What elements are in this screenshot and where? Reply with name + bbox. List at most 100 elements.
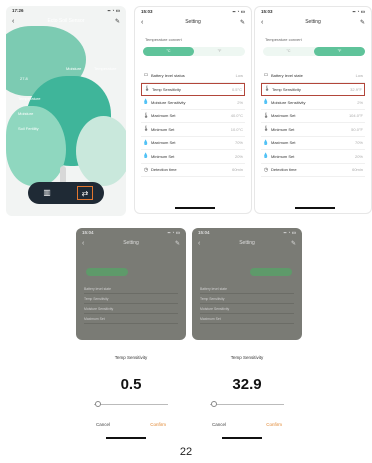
droplet-icon: 💧	[142, 99, 150, 106]
setting-moisture-min[interactable]: 💧 Minimum Set 20%	[261, 150, 365, 164]
unit-toggle[interactable]	[250, 268, 292, 276]
list-item[interactable]: Battery level state	[84, 284, 178, 294]
setting-battery[interactable]: ▭ Battery level state Low	[261, 69, 365, 83]
column-header-temperature: Temperature	[94, 66, 117, 71]
setting-temp-min[interactable]: 🌡 Minimum Set 10.0°C	[141, 123, 245, 137]
sensitivity-slider[interactable]	[210, 401, 284, 407]
home-indicator	[175, 207, 215, 209]
setting-temp-max[interactable]: 🌡 Maximum Set 104.0°F	[261, 110, 365, 123]
droplet-icon: 💧	[142, 153, 150, 160]
setting-temp-min[interactable]: 🌡 Minimum Set 50.0°F	[261, 123, 365, 137]
status-time: 15:04	[198, 230, 210, 235]
unit-option-celsius[interactable]: °C	[263, 47, 314, 56]
status-bar: 15:04 ▪▪ ◔ ▭	[198, 230, 296, 236]
setting-temp-sensitivity[interactable]: 🌡 Temp Sensitivity 32.9°F	[261, 82, 365, 96]
back-icon[interactable]: ‹	[141, 19, 143, 27]
header: ‹ Setting ✎	[135, 19, 251, 31]
thermometer-icon: 🌡	[262, 126, 270, 133]
home-indicator	[106, 437, 146, 439]
settings-toggle-icon[interactable]: ⇄	[77, 186, 93, 200]
signal-icon: ▪▪ ◔ ▭	[232, 9, 245, 14]
battery-icon: ▭	[263, 72, 269, 79]
list-item[interactable]: Battery level state	[200, 284, 294, 294]
status-bar: 15:03 ▪▪ ◔ ▭	[261, 9, 365, 15]
unit-toggle[interactable]: °C °F	[143, 47, 245, 56]
home-screen: 17:26 ▪▪ ◔ ▭ ‹ Ecto Soil Sensor ✎ Moistu…	[6, 6, 126, 216]
settings-screen-celsius: 15:03 ▪▪ ◔ ▭ ‹ Setting ✎ Temperature con…	[134, 6, 252, 214]
signal-icon: ▪▪ ◔ ▭	[107, 8, 120, 13]
edit-icon[interactable]: ✎	[240, 19, 245, 26]
unit-option-celsius[interactable]: °C	[143, 47, 194, 56]
list-item[interactable]: Temp Sensitivity	[200, 294, 294, 304]
setting-moisture-max[interactable]: 💧 Maximum Set 70%	[141, 137, 245, 150]
droplet-icon: 💧	[262, 139, 270, 146]
bottom-nav: ▥ ⇄	[28, 182, 104, 204]
sensitivity-slider[interactable]	[94, 401, 168, 407]
edit-icon[interactable]: ✎	[291, 240, 296, 247]
unit-toggle[interactable]: °C °F	[263, 47, 365, 56]
edit-icon[interactable]: ✎	[175, 240, 180, 247]
picker-value: 0.5	[120, 376, 142, 393]
list-item[interactable]: Moisture Sensitivity	[200, 304, 294, 314]
picker-title: Temp Sensitivity	[114, 355, 148, 360]
setting-moisture-sensitivity[interactable]: 💧 Moisture Sensitivity 2%	[261, 96, 365, 110]
confirm-button[interactable]: Confirm	[266, 422, 282, 427]
list-item[interactable]: Maximum Set	[84, 314, 178, 324]
row-temperature: Temperature	[18, 96, 41, 101]
thermometer-icon: 🌡	[263, 86, 271, 93]
slider-thumb[interactable]	[210, 401, 217, 407]
home-indicator	[295, 207, 335, 209]
back-icon[interactable]: ‹	[198, 240, 200, 248]
header: ‹ Setting ✎	[192, 240, 302, 252]
page-title: Setting	[185, 19, 201, 25]
decor-blob	[76, 116, 126, 186]
settings-list: ▭ Battery level status Low 🌡 Temp Sensitivi…	[141, 69, 245, 177]
slider-thumb[interactable]	[94, 401, 101, 407]
setting-moisture-sensitivity[interactable]: 💧 Moisture Sensitivity 2%	[141, 96, 245, 110]
unit-option-fahrenheit[interactable]: °F	[314, 47, 365, 56]
back-icon[interactable]: ‹	[261, 19, 263, 27]
battery-icon: ▭	[143, 72, 149, 79]
list-item[interactable]: Maximum Set	[200, 314, 294, 324]
settings-list: ▭ Battery level state Low 🌡 Temp Sensitivit…	[261, 69, 365, 177]
signal-icon: ▪▪ ◔ ▭	[283, 230, 296, 235]
cancel-button[interactable]: Cancel	[96, 422, 110, 427]
settings-screen-dimmed: 15:04 ▪▪ ◔ ▭ ‹ Setting ✎ Battery level s…	[76, 228, 186, 340]
edit-icon[interactable]: ✎	[360, 19, 365, 26]
reading-value: 27.8	[20, 76, 28, 81]
settings-screen-dimmed: 15:04 ▪▪ ◔ ▭ ‹ Setting ✎ Battery level s…	[192, 228, 302, 340]
setting-temp-max[interactable]: 🌡 Maximum Set 40.0°C	[141, 110, 245, 123]
cancel-button[interactable]: Cancel	[212, 422, 226, 427]
confirm-button[interactable]: Confirm	[150, 422, 166, 427]
header: ‹ Setting ✎	[255, 19, 371, 31]
settings-list: Battery level state Temp Sensitivity Moi…	[200, 284, 294, 324]
setting-detection-time[interactable]: ◷ Detection time 60min	[141, 164, 245, 177]
status-time: 15:04	[82, 230, 94, 235]
setting-battery[interactable]: ▭ Battery level status Low	[141, 69, 245, 83]
unit-toggle[interactable]	[86, 268, 128, 276]
page-title: Setting	[123, 240, 139, 246]
droplet-icon: 💧	[262, 99, 270, 106]
back-icon[interactable]: ‹	[12, 18, 14, 26]
unit-option-fahrenheit[interactable]: °F	[194, 47, 245, 56]
status-bar: 15:04 ▪▪ ◔ ▭	[82, 230, 180, 236]
setting-temp-sensitivity[interactable]: 🌡 Temp Sensitivity 0.5°C	[141, 82, 245, 96]
status-time: 15:03	[261, 9, 273, 14]
back-icon[interactable]: ‹	[82, 240, 84, 248]
clock-icon: ◷	[143, 166, 149, 173]
signal-icon: ▪▪ ◔ ▭	[167, 230, 180, 235]
settings-list: Battery level state Temp Sensitivity Moi…	[84, 284, 178, 324]
row-fertility: Soil Fertility	[18, 126, 39, 131]
thermometer-icon: 🌡	[262, 112, 270, 119]
list-item[interactable]: Temp Sensitivity	[84, 294, 178, 304]
setting-moisture-max[interactable]: 💧 Maximum Set 70%	[261, 137, 365, 150]
thermometer-icon: 🌡	[143, 86, 151, 93]
header: ‹ Ecto Soil Sensor ✎	[6, 18, 126, 30]
page-title: Setting	[305, 19, 321, 25]
status-time: 15:03	[141, 9, 153, 14]
setting-detection-time[interactable]: ◷ Detection time 60min	[261, 164, 365, 177]
setting-moisture-min[interactable]: 💧 Minimum Set 20%	[141, 150, 245, 164]
chart-icon[interactable]: ▥	[39, 186, 55, 200]
edit-icon[interactable]: ✎	[115, 18, 120, 25]
list-item[interactable]: Moisture Sensitivity	[84, 304, 178, 314]
